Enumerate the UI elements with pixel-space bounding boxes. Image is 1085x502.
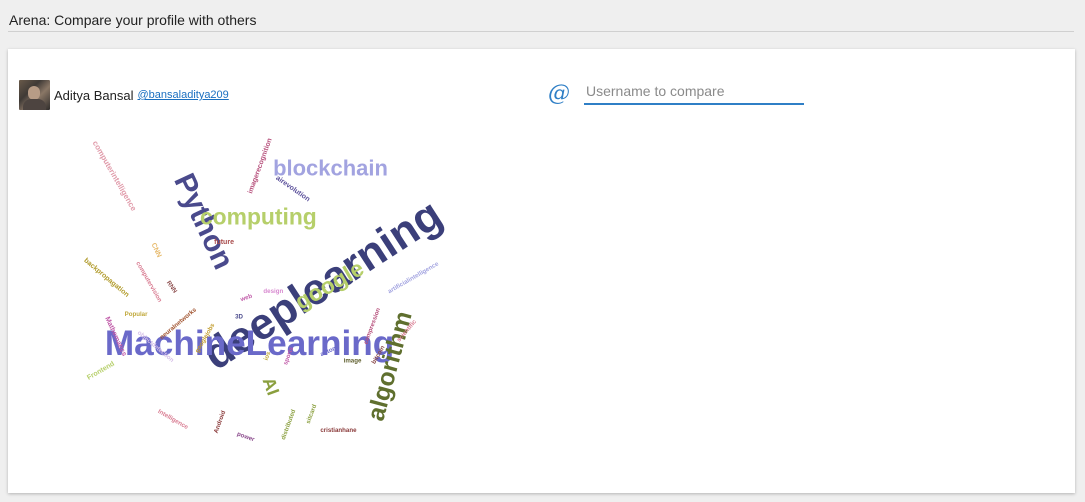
word-rnn: RNN	[165, 280, 179, 295]
word-cristianhane: cristianhane	[320, 427, 357, 434]
avatar-torso	[23, 99, 46, 110]
profile-handle-link[interactable]: @bansaladitya209	[138, 89, 229, 101]
page-title: Arena: Compare your profile with others	[9, 12, 257, 28]
avatar	[19, 80, 50, 110]
word-image: image	[344, 358, 362, 365]
word-cnn: CNN	[150, 242, 163, 259]
page-header: Arena: Compare your profile with others	[0, 0, 1085, 42]
word-future: future	[214, 239, 234, 246]
word-3d: 3D	[235, 314, 243, 321]
profile-summary: Aditya Bansal @bansaladitya209	[19, 80, 229, 110]
profile-name: Aditya Bansal	[54, 87, 134, 103]
arena-card: Aditya Bansal @bansaladitya209 @ deeplea…	[8, 49, 1075, 493]
word-computing: computing	[200, 204, 317, 230]
avatar-face	[28, 86, 40, 100]
word-power: power	[236, 431, 256, 444]
header-divider	[8, 31, 1074, 32]
word-distributed: distributed	[280, 408, 298, 440]
word-cloud: deeplearning MachineLearning Python comp…	[44, 135, 489, 445]
word-frontend: Frontend	[86, 360, 116, 381]
word-ai: AI	[259, 375, 284, 398]
at-icon: @	[548, 81, 570, 106]
word-imagerecognition: imagerecognition	[247, 137, 274, 194]
word-sitcard: sitcard	[305, 403, 319, 425]
word-blockchain: blockchain	[273, 155, 388, 180]
word-computerintelligence: computerintelligence	[91, 139, 139, 213]
word-android: Android	[213, 410, 228, 435]
word-intelligence: Intelligence	[156, 408, 189, 431]
word-design: design	[263, 288, 283, 295]
word-computervision: computervision	[134, 260, 163, 303]
word-backpropagation: backpropagation	[82, 257, 130, 299]
compare-username-input[interactable]	[584, 79, 804, 105]
word-popular: Popular	[125, 311, 148, 318]
word-cloud-svg: deeplearning MachineLearning Python comp…	[82, 137, 450, 444]
